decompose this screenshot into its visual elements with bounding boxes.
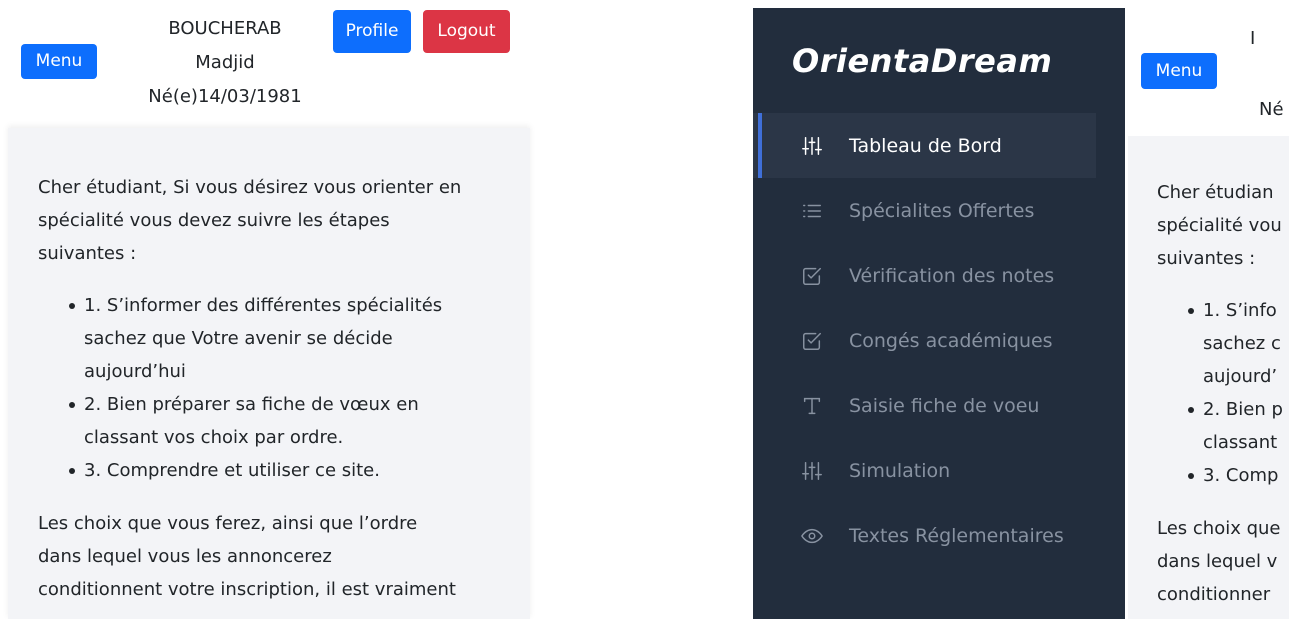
sidebar-item-label: Congés académiques [849, 329, 1053, 352]
intro-line: spécialité vou [1157, 215, 1282, 236]
closing-text: Les choix que dans lequel v conditionner [1157, 512, 1289, 611]
sidebar-item-label: Tableau de Bord [849, 134, 1002, 157]
checkbox-icon [800, 329, 824, 353]
step-line: aujourd’hui [84, 361, 186, 382]
step-item: 2. Bien p classant [1188, 393, 1289, 459]
steps-list: 1. S’info sachez c aujourd’ 2. Bien p cl… [1157, 294, 1289, 492]
step-line: 3. Comprendre et utiliser ce site. [84, 460, 380, 481]
sidebar-item-conges-academiques[interactable]: Congés académiques [753, 308, 1125, 373]
user-birth-fragment: Né [1259, 99, 1284, 120]
instructions-panel: Cher étudiant, Si vous désirez vous orie… [8, 128, 530, 619]
closing-line: conditionnent votre inscription, il est … [38, 579, 456, 600]
intro-line: Cher étudiant, Si vous désirez vous orie… [38, 177, 462, 198]
step-item: 3. Comp [1188, 459, 1289, 492]
sidebar: OrientaDream Tableau de Bord Spécialites… [753, 8, 1125, 619]
closing-line: Les choix que vous ferez, ainsi que l’or… [38, 513, 418, 534]
intro-line: suivantes : [1157, 248, 1256, 269]
profile-button[interactable]: Profile [333, 10, 411, 53]
step-line: aujourd’ [1203, 366, 1278, 387]
sidebar-item-label: Vérification des notes [849, 264, 1055, 287]
user-name-fragment: I [1250, 28, 1256, 49]
sidebar-item-saisie-fiche-voeu[interactable]: Saisie fiche de voeu [753, 373, 1125, 438]
left-panel: Menu BOUCHERAB Madjid Né(e)14/03/1981 Pr… [0, 0, 540, 619]
sidebar-item-label: Textes Réglementaires [849, 524, 1064, 547]
checkbox-icon [800, 264, 824, 288]
right-panel: OrientaDream Tableau de Bord Spécialites… [753, 0, 1289, 619]
steps-list: 1. S’informer des différentes spécialité… [38, 289, 508, 487]
step-item: 2. Bien préparer sa fiche de vœux en cla… [69, 388, 508, 454]
closing-line: dans lequel vous les annoncerez [38, 546, 332, 567]
user-info: BOUCHERAB Madjid Né(e)14/03/1981 [125, 12, 325, 114]
closing-line: conditionner [1157, 584, 1271, 605]
closing-line: Les choix que [1157, 518, 1281, 539]
intro-line: suivantes : [38, 243, 137, 264]
eye-icon [800, 524, 824, 548]
list-icon [800, 199, 824, 223]
step-line: sachez que Votre avenir se décide [84, 328, 393, 349]
text-icon [800, 394, 824, 418]
intro-line: spécialité vous devez suivre les étapes [38, 210, 390, 231]
step-item: 1. S’informer des différentes spécialité… [69, 289, 508, 388]
user-first-name: Madjid [195, 52, 255, 73]
brand-logo[interactable]: OrientaDream [792, 42, 1052, 80]
user-birth-date: Né(e)14/03/1981 [148, 86, 302, 107]
intro-text: Cher étudian spécialité vou suivantes : [1157, 176, 1289, 275]
intro-text: Cher étudiant, Si vous désirez vous orie… [38, 171, 508, 270]
sidebar-item-textes-reglementaires[interactable]: Textes Réglementaires [753, 503, 1125, 568]
menu-button[interactable]: Menu [1141, 53, 1217, 89]
sidebar-item-verification-notes[interactable]: Vérification des notes [753, 243, 1125, 308]
menu-button[interactable]: Menu [21, 44, 97, 79]
intro-line: Cher étudian [1157, 182, 1274, 203]
step-line: sachez c [1203, 333, 1281, 354]
sliders-icon [800, 459, 824, 483]
sidebar-item-label: Saisie fiche de voeu [849, 394, 1040, 417]
step-line: 1. S’informer des différentes spécialité… [84, 295, 443, 316]
sidebar-item-label: Spécialites Offertes [849, 199, 1035, 222]
sidebar-item-tableau-de-bord[interactable]: Tableau de Bord [753, 113, 1096, 178]
closing-line: dans lequel v [1157, 551, 1278, 572]
step-item: 1. S’info sachez c aujourd’ [1188, 294, 1289, 393]
step-line: classant [1203, 432, 1278, 453]
closing-text: Les choix que vous ferez, ainsi que l’or… [38, 507, 508, 606]
step-line: 2. Bien p [1203, 399, 1283, 420]
logout-button[interactable]: Logout [423, 10, 510, 53]
sliders-icon [800, 134, 824, 158]
sidebar-item-specialites-offertes[interactable]: Spécialites Offertes [753, 178, 1125, 243]
sidebar-item-simulation[interactable]: Simulation [753, 438, 1125, 503]
instructions-panel-clipped: Cher étudian spécialité vou suivantes : … [1128, 136, 1289, 619]
step-line: 1. S’info [1203, 300, 1277, 321]
sidebar-item-label: Simulation [849, 459, 951, 482]
step-line: 3. Comp [1203, 465, 1279, 486]
user-last-name: BOUCHERAB [168, 18, 282, 39]
step-line: 2. Bien préparer sa fiche de vœux en [84, 394, 419, 415]
step-line: classant vos choix par ordre. [84, 427, 344, 448]
step-item: 3. Comprendre et utiliser ce site. [69, 454, 508, 487]
sidebar-nav: Tableau de Bord Spécialites Offertes Vér… [753, 113, 1125, 568]
